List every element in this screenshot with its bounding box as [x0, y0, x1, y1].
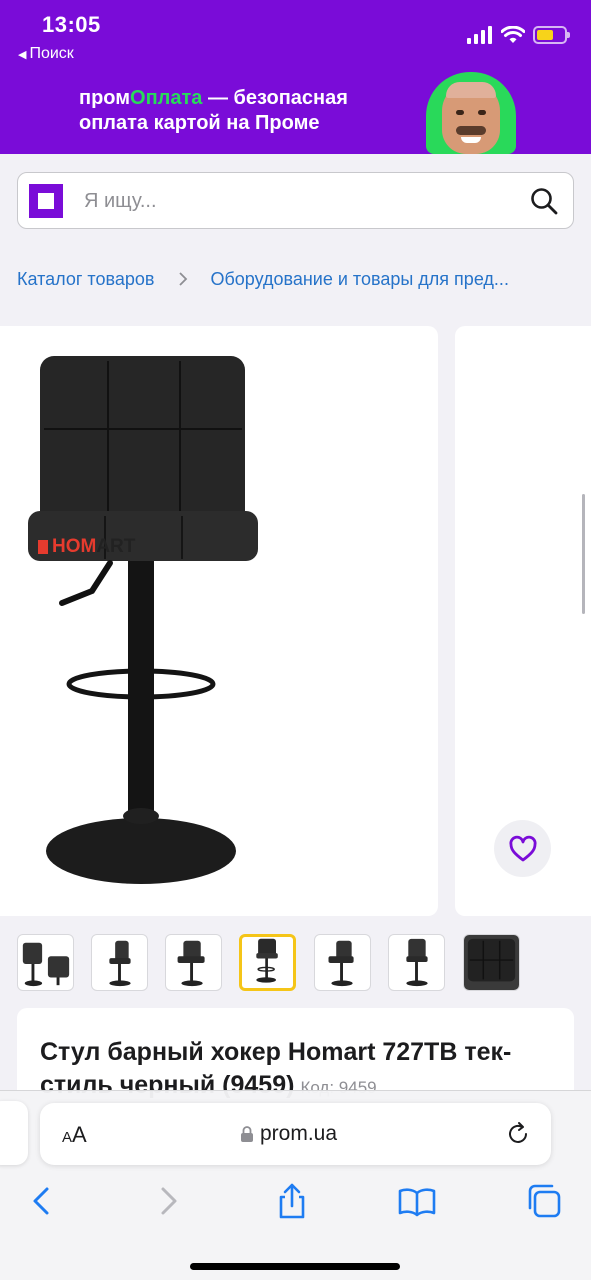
search-input[interactable] — [84, 187, 504, 215]
thumbnail-1[interactable] — [17, 934, 74, 991]
thumbnail-4[interactable] — [239, 934, 296, 991]
breadcrumb: Каталог товаров Оборудование и товары дл… — [17, 266, 591, 292]
brand-watermark-left: HOM — [52, 536, 97, 557]
promo-mascot-image — [426, 72, 516, 154]
search-icon[interactable] — [529, 186, 559, 216]
breadcrumb-item-catalog[interactable]: Каталог товаров — [17, 269, 154, 290]
home-indicator — [190, 1263, 400, 1270]
promo-text: промОплата — безопасная оплата картой на… — [79, 86, 419, 136]
text-size-button[interactable]: AA — [62, 1122, 87, 1148]
battery-level — [537, 30, 553, 40]
cellular-icon — [467, 26, 492, 44]
lock-icon — [241, 1126, 253, 1142]
reload-icon[interactable] — [505, 1121, 531, 1147]
mascot-face-icon — [442, 82, 500, 154]
thumbnail-7[interactable] — [463, 934, 520, 991]
product-image-main[interactable]: HOM ART — [0, 326, 438, 916]
chevron-right-icon — [179, 272, 188, 286]
favorite-button[interactable] — [494, 820, 551, 877]
tabs-icon[interactable] — [524, 1181, 564, 1221]
text-size-small: A — [62, 1129, 73, 1146]
text-size-large: A — [72, 1122, 87, 1147]
thumbnail-3[interactable] — [165, 934, 222, 991]
forward-chevron-icon[interactable] — [148, 1181, 188, 1221]
browser-toolbar: AA prom.ua — [0, 1090, 591, 1280]
bookmarks-icon[interactable] — [397, 1181, 437, 1221]
brand-watermark: HOM ART — [38, 536, 135, 558]
address-bar[interactable]: AA prom.ua — [40, 1103, 551, 1165]
thumbnail-2[interactable] — [91, 934, 148, 991]
system-icons — [467, 25, 570, 45]
back-app-label: Поиск — [29, 45, 74, 62]
brand-watermark-right: ART — [96, 536, 136, 557]
thumbnail-6[interactable] — [388, 934, 445, 991]
wifi-icon — [501, 26, 525, 43]
prom-logo-icon[interactable] — [29, 184, 63, 218]
previous-tab-preview[interactable] — [0, 1101, 28, 1165]
promo-brand-prefix: пром — [79, 87, 131, 109]
brand-mark-icon — [38, 540, 48, 554]
share-icon[interactable] — [272, 1181, 312, 1221]
status-bar: 13:05 ◀ Поиск — [0, 0, 591, 68]
thumbnail-5[interactable] — [314, 934, 371, 991]
back-triangle-icon: ◀ — [18, 49, 27, 61]
page-scroll-indicator — [582, 494, 585, 614]
clock: 13:05 — [42, 12, 101, 37]
url-display[interactable]: prom.ua — [240, 1122, 337, 1146]
url-text: prom.ua — [260, 1122, 338, 1145]
breadcrumb-item-category[interactable]: Оборудование и товары для пред... — [210, 269, 509, 290]
back-chevron-icon[interactable] — [22, 1181, 62, 1221]
promo-brand-highlight: Оплата — [130, 87, 203, 109]
battery-icon — [533, 26, 570, 44]
thumbnail-strip — [17, 934, 591, 992]
heart-icon — [509, 835, 536, 861]
bar-chair-image — [28, 356, 258, 884]
search-bar[interactable] — [17, 172, 574, 229]
back-to-app-link[interactable]: ◀ Поиск — [18, 45, 74, 63]
